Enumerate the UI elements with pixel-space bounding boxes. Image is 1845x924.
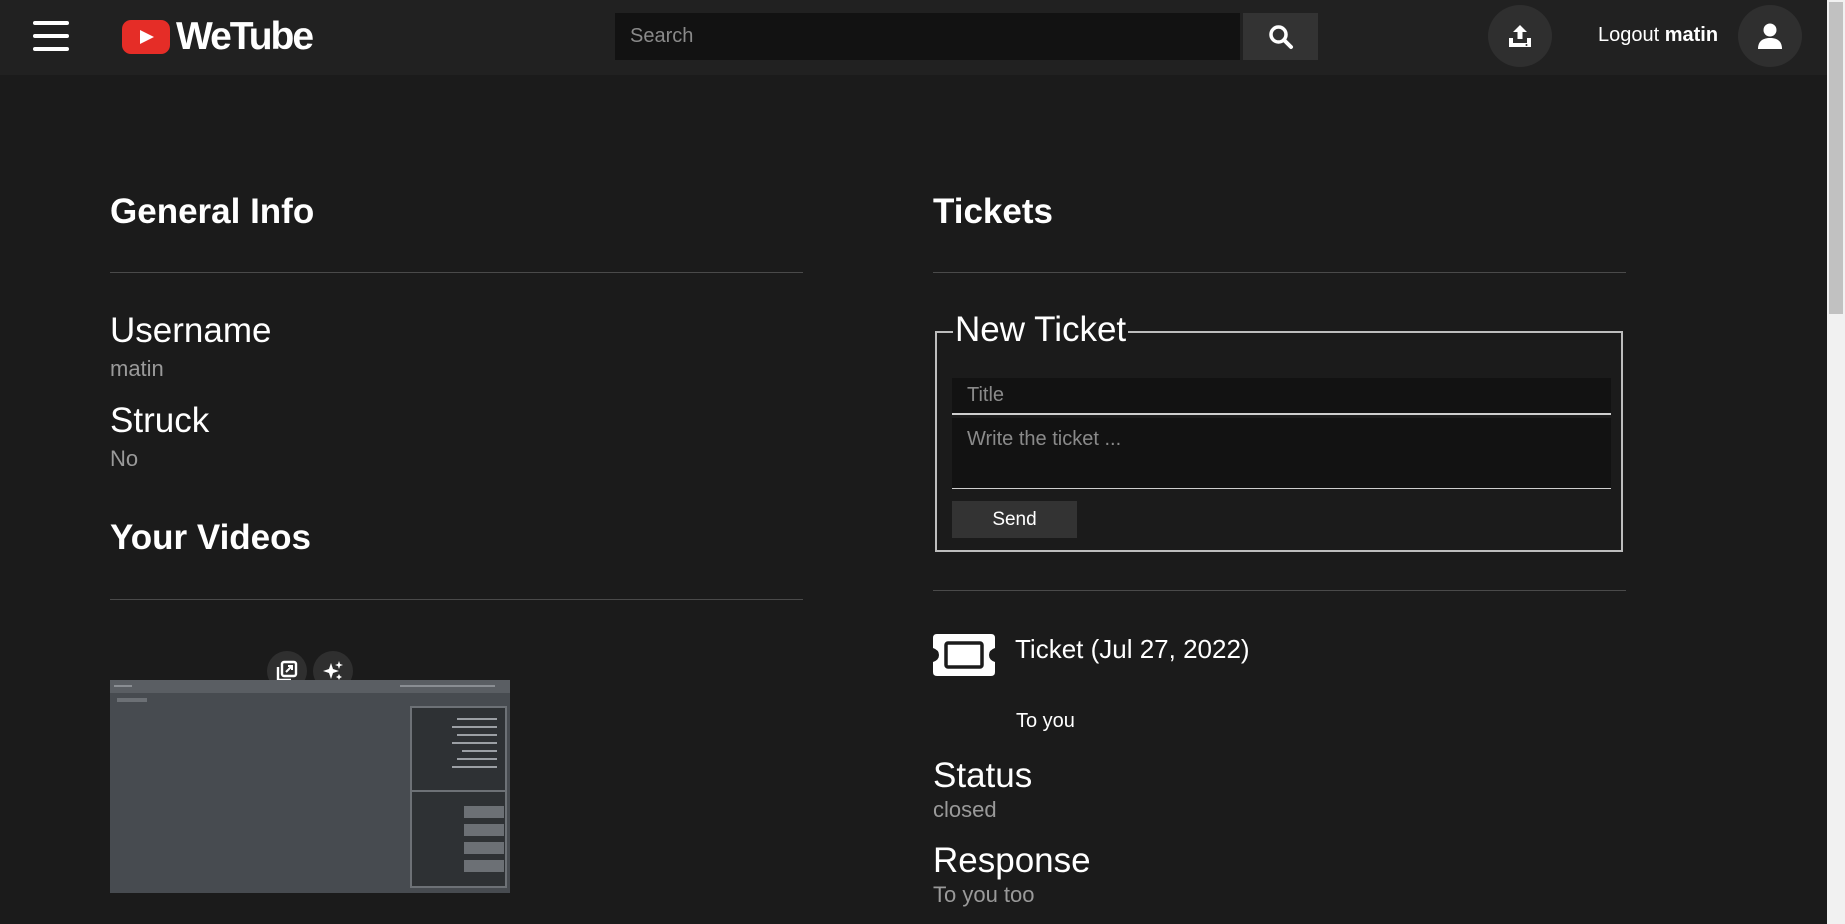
send-ticket-button[interactable]: Send	[952, 501, 1077, 538]
thumb-detail	[452, 726, 497, 728]
thumb-detail	[452, 766, 497, 768]
ticket-body: To you	[1016, 710, 1075, 732]
logout-link[interactable]: Logout matin	[1598, 24, 1718, 47]
upload-button[interactable]	[1488, 5, 1552, 67]
top-header: WeTube Logout matin	[0, 0, 1827, 75]
username-value: matin	[110, 356, 164, 381]
your-videos-divider	[110, 599, 803, 600]
general-info-heading: General Info	[110, 192, 315, 231]
thumb-detail	[457, 718, 497, 720]
user-icon	[1758, 23, 1782, 49]
struck-label: Struck	[110, 401, 210, 440]
thumb-detail	[114, 685, 132, 687]
ticket-status-value: closed	[933, 797, 997, 822]
username-label: Username	[110, 311, 272, 350]
logout-label: Logout	[1598, 24, 1660, 46]
upload-icon	[1509, 25, 1531, 47]
thumb-detail	[457, 758, 497, 760]
search-input[interactable]	[615, 13, 1240, 60]
video-thumbnail[interactable]	[110, 680, 510, 893]
thumb-detail	[464, 824, 504, 836]
thumb-detail	[457, 734, 497, 736]
new-ticket-legend: New Ticket	[953, 310, 1129, 350]
header-username: matin	[1664, 24, 1719, 46]
logo-text: WeTube	[176, 15, 314, 58]
ticket-status-label: Status	[933, 756, 1033, 795]
thumb-detail	[464, 842, 504, 854]
thumbnail-chat-panel	[410, 790, 507, 888]
ticket-title: Ticket (Jul 27, 2022)	[1015, 634, 1250, 664]
tickets-divider	[933, 272, 1626, 273]
thumb-detail	[117, 698, 147, 702]
ticket-response-label: Response	[933, 841, 1091, 880]
your-videos-heading: Your Videos	[110, 518, 311, 557]
scrollbar-thumb[interactable]	[1829, 2, 1843, 314]
ticket-icon	[933, 634, 995, 676]
ticket-title-input[interactable]	[952, 378, 1611, 415]
thumb-detail	[464, 806, 504, 818]
struck-value: No	[110, 446, 139, 471]
thumb-detail	[400, 685, 495, 687]
thumb-detail	[464, 860, 504, 872]
search-icon	[1268, 24, 1293, 49]
avatar[interactable]	[1738, 5, 1802, 67]
ticket-list-divider	[933, 590, 1626, 591]
ticket-response-value: To you too	[933, 882, 1035, 907]
hamburger-menu-icon[interactable]	[33, 21, 69, 53]
thumb-detail	[462, 750, 497, 752]
general-info-divider	[110, 272, 803, 273]
tickets-heading: Tickets	[933, 192, 1053, 231]
search-button[interactable]	[1243, 13, 1318, 60]
play-logo-icon	[122, 20, 170, 54]
ticket-body-textarea[interactable]	[952, 418, 1611, 489]
page-scrollbar[interactable]	[1827, 0, 1845, 924]
thumb-detail	[452, 742, 497, 744]
wetube-logo[interactable]: WeTube	[122, 15, 314, 58]
